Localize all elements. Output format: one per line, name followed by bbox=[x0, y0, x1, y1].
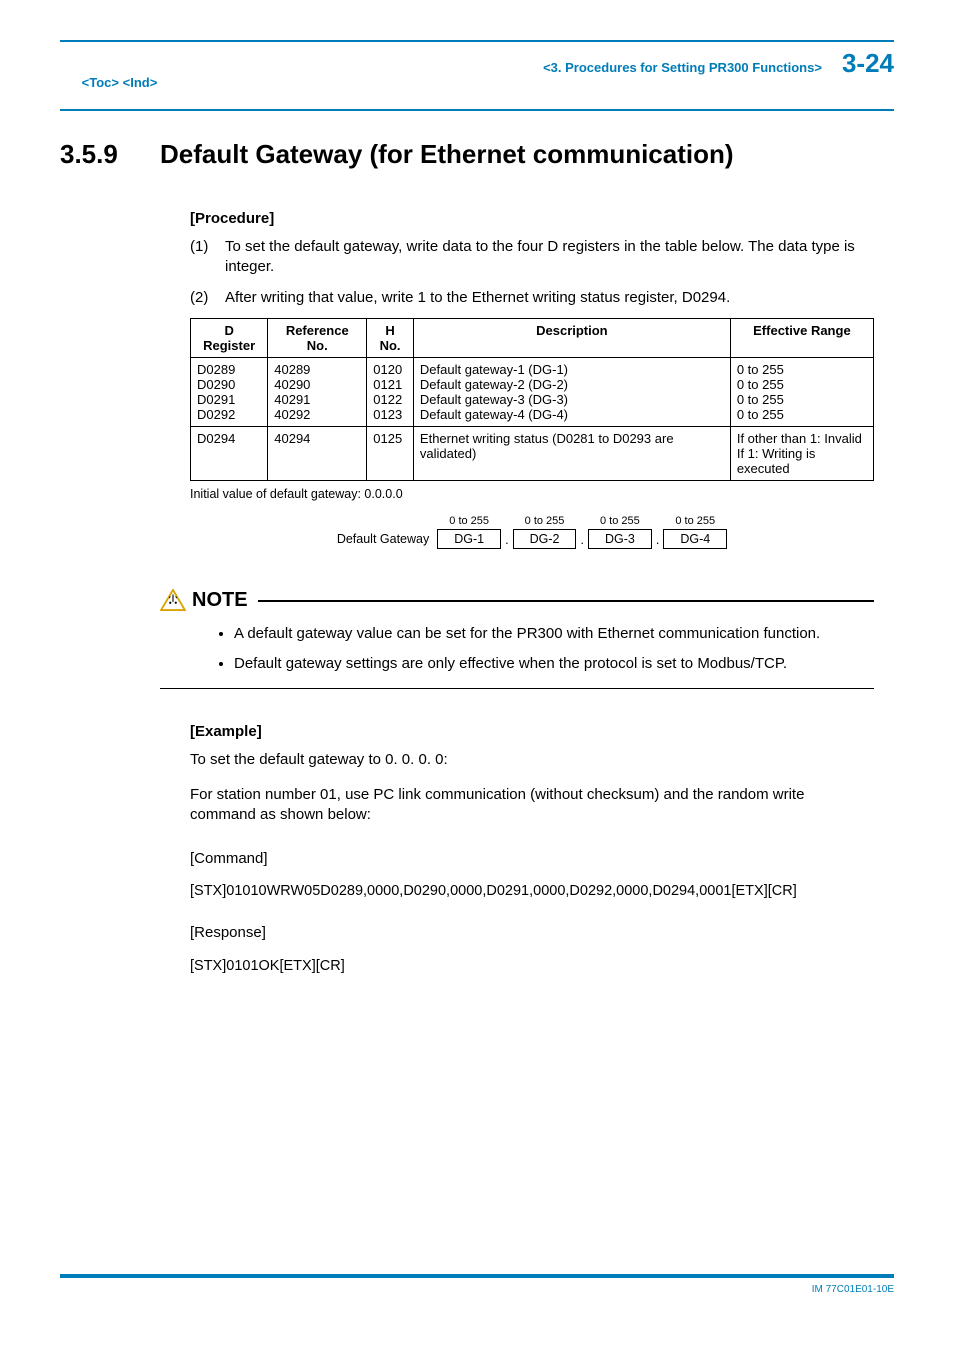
page-header: <Toc> <Ind> <3. Procedures for Setting P… bbox=[60, 42, 894, 111]
dg-box: DG-1 bbox=[437, 529, 501, 549]
response-heading: [Response] bbox=[190, 923, 874, 943]
table-row: D0294 40294 0125 Ethernet writing status… bbox=[191, 426, 874, 480]
example-text: To set the default gateway to 0. 0. 0. 0… bbox=[190, 750, 874, 770]
list-number: (2) bbox=[190, 288, 225, 308]
initial-value-note: Initial value of default gateway: 0.0.0.… bbox=[190, 487, 874, 501]
table-head: Description bbox=[413, 318, 730, 357]
table-row: D0289 D0290 D0291 D0292 40289 40290 4029… bbox=[191, 357, 874, 426]
example-heading: [Example] bbox=[190, 723, 874, 740]
table-head: Effective Range bbox=[730, 318, 873, 357]
note-bullet: A default gateway value can be set for t… bbox=[234, 624, 874, 644]
table-head: D Register bbox=[191, 318, 268, 357]
page-number: 3-24 bbox=[842, 48, 894, 79]
section-heading: 3.5.9 Default Gateway (for Ethernet comm… bbox=[60, 139, 894, 170]
table-head: Reference No. bbox=[268, 318, 367, 357]
example-text: For station number 01, use PC link commu… bbox=[190, 785, 874, 826]
command-string: [STX]01010WRW05D0289,0000,D0290,0000,D02… bbox=[190, 883, 874, 899]
header-chapter: <3. Procedures for Setting PR300 Functio… bbox=[157, 60, 842, 75]
dg-box: DG-2 bbox=[513, 529, 577, 549]
table-head: H No. bbox=[367, 318, 414, 357]
caution-icon bbox=[160, 589, 186, 611]
command-heading: [Command] bbox=[190, 849, 874, 869]
ind-link[interactable]: <Ind> bbox=[123, 75, 158, 90]
section-number: 3.5.9 bbox=[60, 139, 160, 170]
note-bullet: Default gateway settings are only effect… bbox=[234, 654, 874, 674]
dg-box: DG-4 bbox=[663, 529, 727, 549]
note-block: NOTE A default gateway value can be set … bbox=[160, 589, 874, 690]
footer-doc-id: IM 77C01E01-10E bbox=[60, 1284, 894, 1295]
response-string: [STX]0101OK[ETX][CR] bbox=[190, 958, 874, 974]
list-text: After writing that value, write 1 to the… bbox=[225, 288, 730, 308]
diagram-label: Default Gateway bbox=[337, 532, 429, 549]
note-label: NOTE bbox=[192, 589, 248, 612]
register-table: D Register Reference No. H No. Descripti… bbox=[190, 318, 874, 481]
section-title-text: Default Gateway (for Ethernet communicat… bbox=[160, 139, 734, 170]
procedure-heading: [Procedure] bbox=[190, 210, 874, 227]
list-number: (1) bbox=[190, 237, 225, 278]
dg-box: DG-3 bbox=[588, 529, 652, 549]
toc-link[interactable]: <Toc> bbox=[82, 75, 119, 90]
list-text: To set the default gateway, write data t… bbox=[225, 237, 874, 278]
gateway-diagram: Default Gateway 0 to 255 DG-1 . 0 to 255… bbox=[190, 515, 874, 549]
